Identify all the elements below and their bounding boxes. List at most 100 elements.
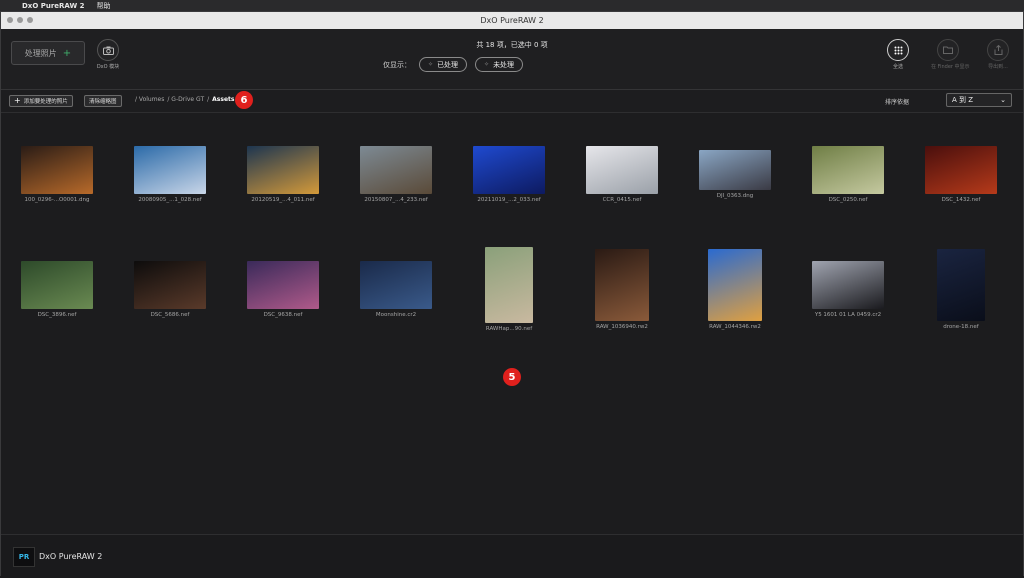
dxo-module-label: DxO 模块 xyxy=(96,64,120,70)
right-tools: 全选 在 Finder 中显示 导出到... xyxy=(881,39,1015,70)
breadcrumb-item[interactable]: / G-Drive GT xyxy=(167,96,204,103)
photo-filename: DSC_1432.nef xyxy=(941,197,981,203)
photo-image xyxy=(21,146,93,194)
breadcrumb-item: / xyxy=(207,96,210,103)
photo-image xyxy=(595,249,649,321)
show-in-finder-button[interactable]: 在 Finder 中显示 xyxy=(931,39,970,70)
photo-image xyxy=(937,249,985,321)
photo-filename: 20150807_...4_233.nef xyxy=(364,197,428,203)
toolbar: 处理照片 + DxO 模块 共 18 项，已选中 0 项 仅显示： ✧ 已处理 … xyxy=(1,29,1023,90)
photo-image xyxy=(473,146,545,194)
photo-filename: 20080905_...1_028.nef xyxy=(138,197,202,203)
pureraw-logo: PR xyxy=(13,547,35,567)
photo-filename: 20120519_...4_011.nef xyxy=(251,197,315,203)
photo-filename: DSC_3896.nef xyxy=(37,312,77,318)
add-photos-label: 添加要处理的照片 xyxy=(23,99,68,105)
select-all-label: 全选 xyxy=(892,64,903,70)
photo-thumbnail[interactable]: DSC_5686.nef xyxy=(125,261,215,318)
filter-processed-label: 已处理 xyxy=(437,60,459,69)
photo-image xyxy=(699,150,771,190)
grid-icon xyxy=(887,39,909,61)
breadcrumb-item[interactable]: / Volumes xyxy=(135,96,164,103)
window-title: DxO PureRAW 2 xyxy=(480,16,544,25)
photo-image xyxy=(812,261,884,309)
photo-filename: 100_0296-...O0001.dng xyxy=(24,197,90,203)
share-icon xyxy=(987,39,1009,61)
annotation-marker-6: 6 xyxy=(235,91,253,109)
filter-processed-toggle[interactable]: ✧ 已处理 xyxy=(419,57,468,72)
photo-image xyxy=(21,261,93,309)
clear-thumbnails-label: 清除缩略图 xyxy=(89,99,117,105)
footer-app-name: DxO PureRAW 2 xyxy=(39,552,103,561)
photo-thumbnail[interactable]: 20211019_...2_033.nef xyxy=(464,146,554,203)
minimize-window-button[interactable] xyxy=(17,17,23,23)
photo-image xyxy=(360,146,432,194)
photo-thumbnail[interactable]: DJI_0363.dng xyxy=(690,150,780,199)
photo-filename: RAW_1044346.rw2 xyxy=(709,324,761,330)
photo-image xyxy=(586,146,658,194)
photo-thumbnail[interactable]: 20120519_...4_011.nef xyxy=(238,146,328,203)
photo-filename: DSC_9638.nef xyxy=(263,312,303,318)
photo-thumbnail[interactable]: Y5 1601 01 LA 0459.cr2 xyxy=(803,261,893,318)
photo-image xyxy=(134,146,206,194)
photo-thumbnail[interactable]: DSC_0250.nef xyxy=(803,146,893,203)
filter-unprocessed-toggle[interactable]: ✧ 未处理 xyxy=(475,57,524,72)
photo-image xyxy=(708,249,762,321)
photo-image xyxy=(360,261,432,309)
annotation-marker-5: 5 xyxy=(503,368,521,386)
title-bar: DxO PureRAW 2 xyxy=(1,12,1023,29)
sort-select[interactable]: A 到 Z ⌄ xyxy=(946,93,1012,107)
filter-label: 仅显示： xyxy=(383,60,411,69)
photo-thumbnail[interactable]: RAW_1036940.rw2 xyxy=(577,249,667,330)
filter-unprocessed-label: 未处理 xyxy=(493,60,515,69)
sort-label: 排序依据 xyxy=(885,99,910,106)
menu-bar: DxO PureRAW 2 帮助 xyxy=(0,0,1024,11)
selection-count: 共 18 项，已选中 0 项 xyxy=(476,41,548,49)
footer: PR DxO PureRAW 2 xyxy=(1,534,1023,578)
photo-thumbnail[interactable]: RAW_1044346.rw2 xyxy=(690,249,780,330)
photo-image xyxy=(925,146,997,194)
app-window: DxO PureRAW 2 处理照片 + DxO 模块 共 18 项，已选中 0… xyxy=(0,11,1024,578)
photo-thumbnail[interactable]: Moonshine.cr2 xyxy=(351,261,441,318)
menu-help[interactable]: 帮助 xyxy=(97,1,111,11)
toggle-icon: ✧ xyxy=(484,61,490,68)
photo-filename: DJI_0363.dng xyxy=(716,193,754,199)
photo-thumbnail[interactable]: RAWHap...90.nef xyxy=(464,247,554,332)
breadcrumb-bar: + 添加要处理的照片 清除缩略图 / Volumes / G-Drive GT … xyxy=(1,90,1023,113)
zoom-window-button[interactable] xyxy=(27,17,33,23)
breadcrumb: / Volumes / G-Drive GT / Assets xyxy=(135,96,234,103)
photo-filename: RAW_1036940.rw2 xyxy=(596,324,648,330)
photo-thumbnail[interactable]: 20080905_...1_028.nef xyxy=(125,146,215,203)
toggle-icon: ✧ xyxy=(428,61,434,68)
window-controls xyxy=(7,17,33,23)
clear-thumbnails-button[interactable]: 清除缩略图 xyxy=(84,95,122,107)
photo-filename: RAWHap...90.nef xyxy=(485,326,533,332)
photo-thumbnail[interactable]: drone-18.nef xyxy=(916,249,1006,330)
photo-thumbnail[interactable]: DSC_1432.nef xyxy=(916,146,1006,203)
photo-image xyxy=(247,261,319,309)
sort-value: A 到 Z xyxy=(952,96,974,104)
photo-filename: 20211019_...2_033.nef xyxy=(477,197,541,203)
export-button[interactable]: 导出到... xyxy=(981,39,1015,70)
photo-filename: drone-18.nef xyxy=(943,324,979,330)
add-photos-button[interactable]: + 添加要处理的照片 xyxy=(9,95,73,107)
photo-image xyxy=(134,261,206,309)
photo-filename: Moonshine.cr2 xyxy=(375,312,417,318)
photo-image xyxy=(247,146,319,194)
close-window-button[interactable] xyxy=(7,17,13,23)
filter-group: 仅显示： ✧ 已处理 ✧ 未处理 xyxy=(383,57,524,72)
plus-icon: + xyxy=(14,96,21,105)
breadcrumb-current: Assets xyxy=(212,96,235,103)
photo-image xyxy=(812,146,884,194)
chevron-down-icon: ⌄ xyxy=(1000,96,1006,104)
photo-thumbnail[interactable]: CCR_0415.nef xyxy=(577,146,667,203)
photo-thumbnail[interactable]: DSC_9638.nef xyxy=(238,261,328,318)
photo-thumbnail[interactable]: 20150807_...4_233.nef xyxy=(351,146,441,203)
photo-filename: Y5 1601 01 LA 0459.cr2 xyxy=(814,312,882,318)
menu-app-name[interactable]: DxO PureRAW 2 xyxy=(22,2,85,10)
photo-image xyxy=(485,247,533,323)
photo-thumbnail[interactable]: DSC_3896.nef xyxy=(12,261,102,318)
show-in-finder-label: 在 Finder 中显示 xyxy=(931,64,970,70)
photo-thumbnail[interactable]: 100_0296-...O0001.dng xyxy=(12,146,102,203)
select-all-button[interactable]: 全选 xyxy=(881,39,915,70)
